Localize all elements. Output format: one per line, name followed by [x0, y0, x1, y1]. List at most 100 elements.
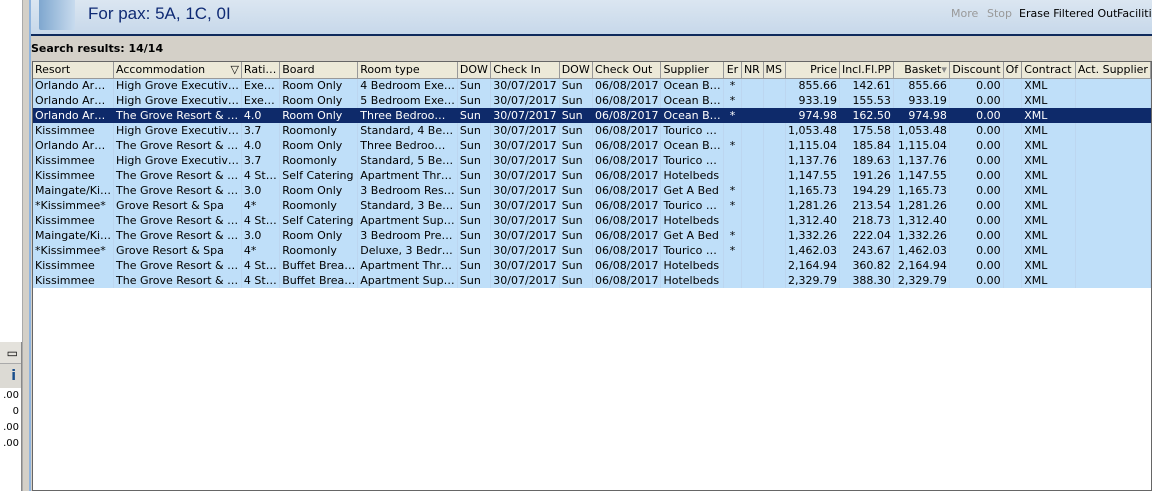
erase-filtered-out-button[interactable]: Erase Filtered Out [1019, 7, 1117, 20]
table-cell: The Grove Resort & … [113, 168, 242, 183]
table-cell: Roomonly [279, 153, 359, 168]
table-cell: High Grove Executiv… [113, 93, 242, 108]
column-header[interactable]: Contract [1021, 62, 1076, 79]
column-header[interactable]: Act. Supplier [1075, 62, 1152, 79]
table-row[interactable]: *Kissimmee* Grove Resort & Spa 4* Roomonly D… [33, 243, 1152, 258]
table-cell: 06/08/2017 [592, 258, 662, 273]
table-row[interactable]: *Kissimmee* Grove Resort & Spa 4* Roomonly S… [33, 198, 1152, 213]
table-cell: XML [1021, 213, 1076, 228]
table-cell: XML [1021, 153, 1076, 168]
table-cell: Apartment Sup… [357, 213, 458, 228]
table-cell: 4.0 [241, 138, 281, 153]
table-cell: 06/08/2017 [592, 108, 662, 123]
column-header[interactable]: Er [723, 62, 742, 79]
table-cell: Ocean B… [660, 78, 724, 93]
table-cell: 3.0 [241, 183, 281, 198]
table-cell: 06/08/2017 [592, 93, 662, 108]
column-header[interactable]: Accommodation ▽ [113, 62, 242, 79]
sort-descending-icon[interactable]: ▾ [941, 63, 947, 76]
table-cell: Sun [457, 258, 492, 273]
table-cell: 360.82 [839, 258, 894, 273]
table-cell [763, 198, 786, 213]
column-header[interactable]: NR [741, 62, 764, 79]
table-row[interactable]: Orlando Ar… High Grove Executiv… Exe… Room … [33, 78, 1152, 93]
table-row[interactable]: Kissimmee The Grove Resort & … 4 St… Buffet… [33, 258, 1152, 273]
table-cell: Exe… [241, 93, 281, 108]
table-row[interactable]: Kissimmee High Grove Executiv… 3.7 Roomonly… [33, 153, 1152, 168]
column-header[interactable]: Basket▾ [893, 62, 950, 79]
table-cell: 30/07/2017 [490, 183, 560, 198]
table-cell: 4 Bedroom Exe… [357, 78, 458, 93]
column-header[interactable]: Supplier [660, 62, 724, 79]
table-row[interactable]: Orlando Ar… The Grove Resort & … 4.0 Room O… [33, 108, 1152, 123]
table-cell: 2,164.94 [785, 258, 840, 273]
table-cell: 0.00 [949, 93, 1004, 108]
table-cell [1003, 108, 1023, 123]
more-button[interactable]: More [951, 7, 978, 20]
table-cell: 1,053.48 [893, 123, 950, 138]
table-cell [741, 123, 764, 138]
table-cell: 1,115.04 [893, 138, 950, 153]
table-cell [1075, 93, 1152, 108]
table-row[interactable]: Kissimmee High Grove Executiv… 3.7 Roomonly… [33, 123, 1152, 138]
table-cell: * [723, 243, 742, 258]
table-row[interactable]: Kissimmee The Grove Resort & … 4 St… Self C… [33, 213, 1152, 228]
column-header[interactable]: Discount [949, 62, 1004, 79]
table-cell [1075, 213, 1152, 228]
table-cell: 06/08/2017 [592, 153, 662, 168]
filter-icon[interactable]: ▽ [230, 63, 238, 76]
table-cell: Hotelbeds [660, 273, 724, 288]
table-cell [763, 243, 786, 258]
column-header[interactable]: Of [1003, 62, 1023, 79]
table-cell: XML [1021, 198, 1076, 213]
table-row[interactable]: Orlando Ar… High Grove Executiv… Exe… Room … [33, 93, 1152, 108]
table-row[interactable]: Maingate/Ki… The Grove Resort & … 3.0 Room … [33, 183, 1152, 198]
column-header[interactable]: Room type [357, 62, 458, 79]
table-row[interactable]: Kissimmee The Grove Resort & … 4 St… Self C… [33, 168, 1152, 183]
table-cell: Grove Resort & Spa [113, 198, 242, 213]
column-header[interactable]: Price [785, 62, 840, 79]
restore-window-icon[interactable]: ▭ [0, 342, 21, 364]
table-cell [1075, 153, 1152, 168]
left-value: .00 [3, 390, 19, 401]
table-cell: 30/07/2017 [490, 153, 560, 168]
table-row[interactable]: Orlando Ar… The Grove Resort & … 4.0 Room O… [33, 138, 1152, 153]
table-cell: Tourico … [660, 243, 724, 258]
table-cell: Tourico … [660, 153, 724, 168]
column-header[interactable]: Incl.Fl.PP [839, 62, 894, 79]
table-cell [763, 258, 786, 273]
table-cell: 1,165.73 [893, 183, 950, 198]
column-header[interactable]: Check In [490, 62, 560, 79]
table-row[interactable]: Kissimmee The Grove Resort & … 4 St… Buffet… [33, 273, 1152, 288]
table-cell: * [723, 138, 742, 153]
column-header[interactable]: DOW [457, 62, 492, 79]
column-header[interactable]: MS [763, 62, 786, 79]
table-cell [741, 198, 764, 213]
table-cell: XML [1021, 123, 1076, 138]
table-cell: 0.00 [949, 168, 1004, 183]
table-cell [723, 153, 742, 168]
column-header[interactable]: Board [279, 62, 359, 79]
column-header[interactable]: DOW [559, 62, 594, 79]
table-cell: 06/08/2017 [592, 78, 662, 93]
table-cell: Sun [559, 228, 594, 243]
column-header[interactable]: Resort [33, 62, 115, 79]
facilities-button[interactable]: Facilities [1117, 7, 1152, 20]
table-cell: Sun [457, 168, 492, 183]
page-title: For pax: 5A, 1C, 0I [88, 4, 231, 23]
table-cell: Sun [457, 108, 492, 123]
table-cell: Room Only [279, 93, 359, 108]
table-cell [741, 243, 764, 258]
table-cell: Three Bedroo… [357, 138, 458, 153]
splitter[interactable] [22, 0, 31, 491]
table-cell: Roomonly [279, 243, 359, 258]
info-icon[interactable]: i [0, 364, 21, 388]
column-header[interactable]: Check Out [592, 62, 662, 79]
table-cell: 06/08/2017 [592, 168, 662, 183]
table-row[interactable]: Maingate/Ki… The Grove Resort & … 3.0 Room … [33, 228, 1152, 243]
table-cell: Sun [457, 183, 492, 198]
column-header[interactable]: Rati… [241, 62, 281, 79]
table-cell [763, 213, 786, 228]
table-cell: Sun [559, 123, 594, 138]
stop-button[interactable]: Stop [987, 7, 1012, 20]
